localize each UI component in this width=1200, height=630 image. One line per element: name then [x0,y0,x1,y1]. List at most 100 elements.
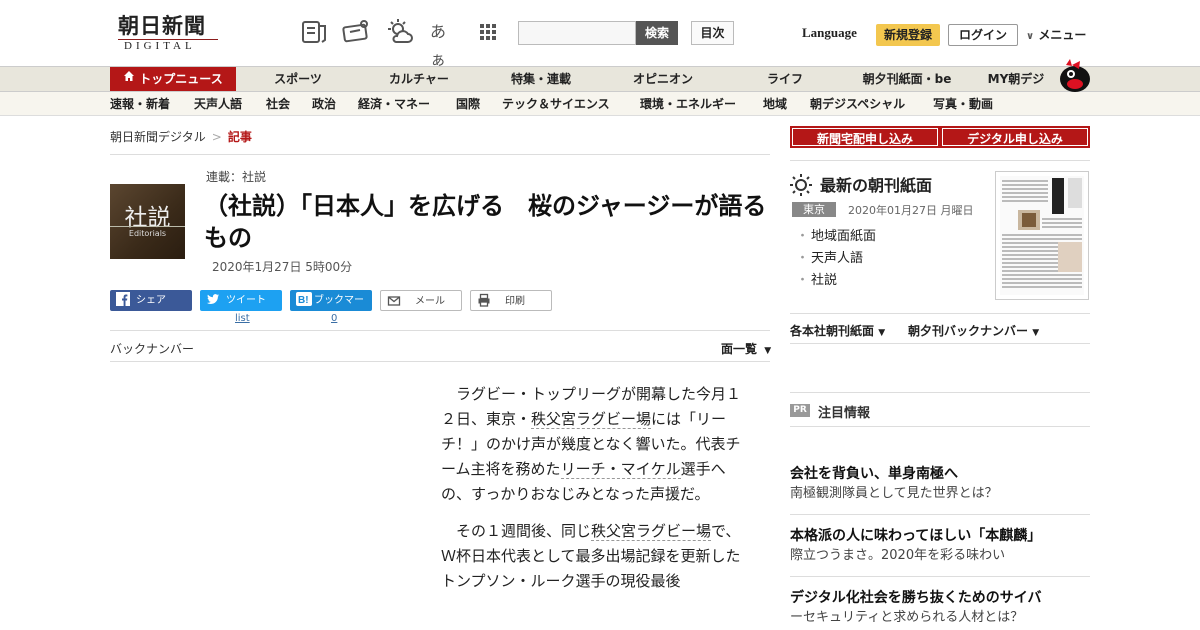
digital-signup-button[interactable]: デジタル申し込み [940,126,1090,148]
weather-icon[interactable] [386,18,414,46]
pr-article-title: 本格派の人に味わってほしい「本麒麟」 [790,528,1042,544]
nav2-item-photo-video[interactable]: 写真・動画 [933,92,993,116]
nav2-item-environment[interactable]: 環境・エネルギー [640,92,736,116]
divider [790,313,1090,314]
breadcrumb-home-link[interactable]: 朝日新聞デジタル [110,130,206,144]
nav-item-top-news[interactable]: トップニュース [110,67,236,91]
divider [790,392,1090,393]
search-input[interactable] [518,21,636,45]
paper-link-editorial[interactable]: 社説 [796,270,876,292]
pr-article[interactable]: 本格派の人に味わってほしい「本麒麟」 際立つうまさ。2020年を彩る味わい [790,526,1090,566]
pr-heading: 注目情報 [818,406,871,421]
nav-item-culture[interactable]: カルチャー [382,67,456,91]
svg-text:B!: B! [298,295,309,306]
paper-link-tensei-jingo[interactable]: 天声人語 [796,248,876,270]
mail-share-label: メール [415,296,445,307]
pr-article-title: 会社を背負い、単身南極へ [790,466,958,482]
nav2-item-regional[interactable]: 地域 [763,92,787,116]
hatena-bookmark-button[interactable]: B! ブックマーク [290,290,372,327]
sun-icon [790,174,812,196]
facebook-share-button[interactable]: シェア [110,290,192,311]
mail-share-button[interactable]: メール [380,290,462,311]
nav-item-my-asadigi[interactable]: MY朝デジ [984,67,1048,91]
apps-grid-icon[interactable] [474,18,502,46]
site-logo[interactable]: 朝日新聞 DIGITAL [118,14,230,53]
twitter-count-link[interactable]: list [235,313,250,324]
divider [110,154,770,155]
newspaper-front-page-thumbnail[interactable] [995,171,1089,300]
nav-item-opinion[interactable]: オピニオン [626,67,700,91]
facebook-icon [116,292,130,306]
paper-date: 2020年01月27日 月曜日 [848,204,974,217]
menu-button[interactable]: ∨ メニュー [1026,26,1086,43]
divider [790,514,1090,515]
site-header: 朝日新聞 DIGITAL あぁ 検索 目次 Language 新規登録 ログイン… [0,0,1200,69]
breadcrumb: 朝日新聞デジタル > 記事 [110,128,252,145]
hatena-bookmark-icon: B! [296,292,312,306]
nav2-item-tensei-jingo[interactable]: 天声人語 [194,92,242,116]
chevron-down-icon: ∨ [1026,31,1035,42]
article-paragraph: その１週間後、同じ秩父宮ラグビー場で、Ｗ杯日本代表として最多出場記録を更新したト… [441,519,751,594]
triangle-down-icon: ▼ [764,346,772,356]
pr-article-subtitle: ーセキュリティと求められる人材とは？ [790,610,1024,625]
nav-item-features[interactable]: 特集・連載 [504,67,578,91]
nav2-item-society[interactable]: 社会 [266,92,290,116]
paragraph-text: その１週間後、同じ [456,522,592,540]
latest-paper-heading: 最新の朝刊紙面 [790,172,932,196]
divider [790,426,1090,427]
logo-text-en: DIGITAL [118,39,218,53]
page-list-dropdown[interactable]: 面一覧 ▼ [721,340,771,357]
secondary-nav: 速報・新着 天声人語 社会 政治 経済・マネー 国際 テック＆サイエンス 環境・… [0,92,1200,116]
article-date: 2020年1月27日 5時00分 [212,260,353,274]
paper-links: 地域面紙面 天声人語 社説 [796,226,876,292]
nav2-item-special[interactable]: 朝デジスペシャル [810,92,905,116]
nav2-item-tech-science[interactable]: テック＆サイエンス [502,92,610,116]
keyword-link[interactable]: リーチ・マイケル [560,460,681,479]
nav2-item-politics[interactable]: 政治 [312,92,336,116]
contents-button[interactable]: 目次 [691,21,734,45]
breadcrumb-current: 記事 [227,130,252,144]
nav2-item-economy[interactable]: 経済・マネー [358,92,430,116]
pr-article[interactable]: 会社を背負い、単身南極へ 南極観測隊員として見た世界とは？ [790,464,1090,504]
keyword-link[interactable]: 秩父宮ラグビー場 [591,522,712,541]
pr-article-subtitle: 南極観測隊員として見た世界とは？ [790,486,998,501]
login-button[interactable]: ログイン [948,24,1018,46]
nav2-item-international[interactable]: 国際 [456,92,480,116]
print-button[interactable]: 印刷 [470,290,552,311]
logo-text-jp: 朝日新聞 [118,13,206,38]
register-button[interactable]: 新規登録 [876,24,940,46]
keyword-link[interactable]: 秩父宮ラグビー場 [531,410,652,429]
nav2-item-breaking[interactable]: 速報・新着 [110,92,170,116]
regional-paper-dropdown[interactable]: 各本社朝刊紙面 ▼ [790,322,885,339]
article-title: （社説）「日本人」を広げる 桜のジャージーが語るもの [204,192,767,252]
thumbnail-text-en: Editorials [110,226,185,238]
hatena-count-link[interactable]: 0 [331,313,337,324]
twitter-share-label: ツイート [226,295,266,306]
nav-item-life[interactable]: ライフ [760,67,810,91]
home-icon [123,66,135,90]
facebook-share-label: シェア [136,295,166,306]
search-button[interactable]: 検索 [636,21,678,45]
article-body: ラグビー・トップリーグが開幕した今月１２日、東京・秩父宮ラグビー場には「リーチ！… [441,382,751,606]
newspaper-icon[interactable] [300,18,328,46]
print-label: 印刷 [505,296,525,307]
back-number-link[interactable]: バックナンバー [110,340,194,357]
series-label[interactable]: 連載：社説 [206,168,266,185]
twitter-share-button[interactable]: ツイート [200,290,282,311]
language-link[interactable]: Language [802,25,857,41]
backnumber-dropdown[interactable]: 朝夕刊バックナンバー ▼ [908,322,1039,339]
home-delivery-button[interactable]: 新聞宅配申し込み [790,126,940,148]
divider [790,576,1090,577]
paper-link-regional[interactable]: 地域面紙面 [796,226,876,248]
nav-item-newspaper[interactable]: 朝夕刊紙面・be [856,67,958,91]
article-paragraph: ラグビー・トップリーグが開幕した今月１２日、東京・秩父宮ラグビー場には「リーチ！… [441,382,751,507]
series-thumbnail[interactable]: 社説 Editorials [110,184,185,259]
nav-item-sports[interactable]: スポーツ [266,67,330,91]
backnumber-label: 朝夕刊バックナンバー [908,324,1029,338]
pr-badge: PR [790,404,810,417]
pr-article[interactable]: デジタル化社会を勝ち抜くためのサイバ ーセキュリティと求められる人材とは？ [790,588,1090,628]
ticket-icon[interactable] [342,18,370,46]
font-size-icon[interactable]: あぁ [430,18,458,69]
triangle-down-icon: ▼ [878,328,886,338]
primary-nav: トップニュース スポーツ カルチャー 特集・連載 オピニオン ライフ 朝夕刊紙面… [0,66,1200,92]
